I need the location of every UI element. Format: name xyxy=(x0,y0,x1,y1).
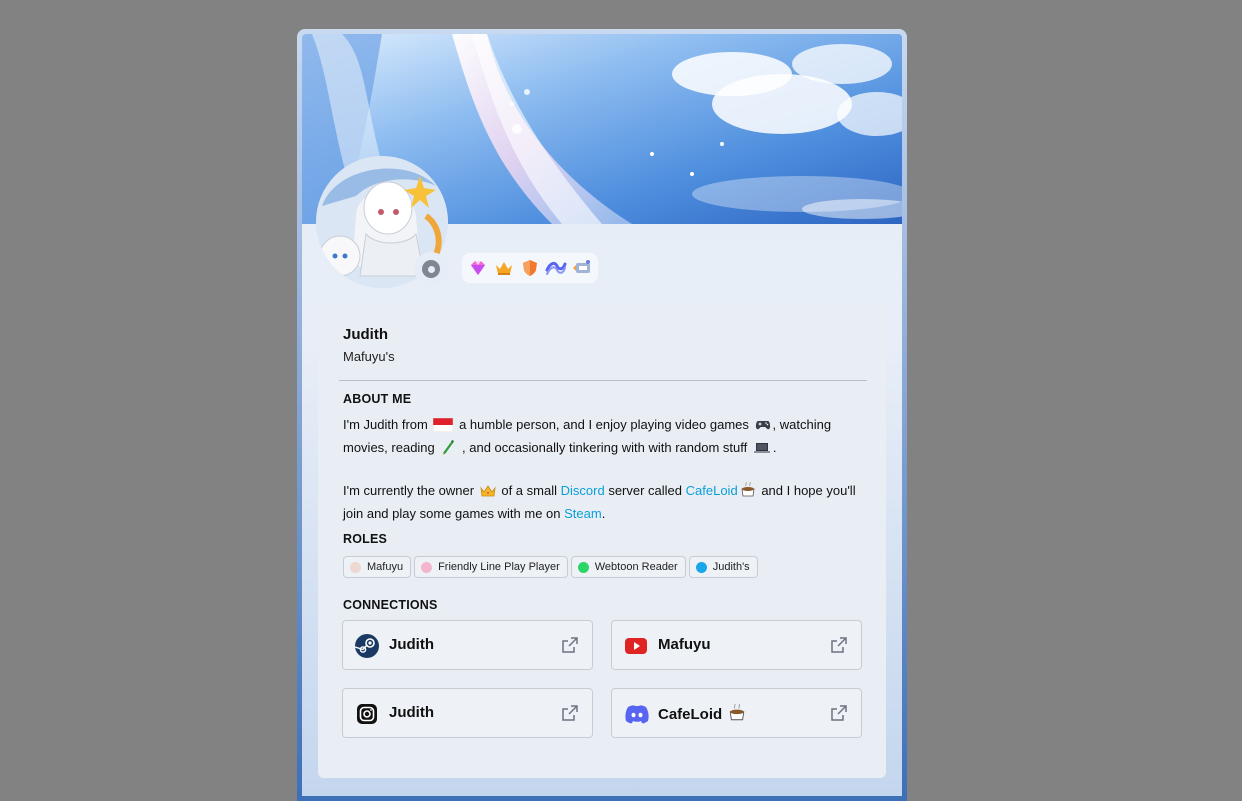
coffee-cup-icon xyxy=(728,703,746,726)
gamepad-icon xyxy=(755,418,771,438)
role-label: Judith's xyxy=(712,561,750,573)
hypesquad-balance-badge-icon[interactable] xyxy=(544,256,568,280)
profile-card: Judith Mafuyu's ABOUT ME I'm Judith from… xyxy=(297,29,907,801)
username: Mafuyu's xyxy=(343,349,395,364)
offline-status-icon xyxy=(422,260,440,278)
connection-name: CafeLoid xyxy=(658,703,748,726)
status-indicator xyxy=(414,252,448,286)
role-pill[interactable]: Webtoon Reader xyxy=(570,556,686,578)
crown-badge-icon[interactable] xyxy=(492,256,516,280)
display-name: Judith xyxy=(343,326,388,343)
role-pill[interactable]: Mafuyu xyxy=(343,556,412,578)
role-color-dot xyxy=(421,561,433,573)
discord-icon xyxy=(624,702,649,726)
cafeloid-link[interactable]: CafeLoid xyxy=(686,483,738,498)
about-text: . xyxy=(772,440,777,455)
connection-instagram[interactable]: Judith xyxy=(342,688,593,738)
about-text: , and occasionally tinkering with with r… xyxy=(462,440,748,455)
about-text: I'm currently the owner xyxy=(343,483,475,498)
connections-heading: CONNECTIONS xyxy=(343,598,438,612)
crown-icon xyxy=(480,484,496,504)
role-color-dot xyxy=(577,561,589,573)
about-text: of a small xyxy=(501,483,557,498)
external-link-icon[interactable] xyxy=(562,637,578,653)
laptop-icon xyxy=(753,441,771,461)
about-text: . xyxy=(601,506,606,521)
avatar-container[interactable] xyxy=(316,156,454,294)
instagram-icon xyxy=(355,702,379,726)
steam-icon xyxy=(354,634,379,658)
profile-card-inner: Judith Mafuyu's ABOUT ME I'm Judith from… xyxy=(302,34,902,796)
role-pill[interactable]: Judith's xyxy=(688,556,758,578)
youtube-icon xyxy=(624,634,648,658)
external-link-icon[interactable] xyxy=(562,705,578,721)
connection-steam[interactable]: Judith xyxy=(342,620,593,670)
reading-book-icon xyxy=(440,439,456,461)
role-color-dot xyxy=(350,561,361,573)
divider xyxy=(339,380,867,381)
role-pill[interactable]: Friendly Line Play Player xyxy=(414,556,568,578)
about-me-text: I'm Judith from a humble person, and I e… xyxy=(343,415,863,544)
connection-youtube[interactable]: Mafuyu xyxy=(611,620,862,670)
nitro-gem-badge-icon[interactable] xyxy=(466,256,490,280)
connection-name: Judith xyxy=(389,636,434,653)
external-link-icon[interactable] xyxy=(831,705,847,721)
about-text: I'm Judith from xyxy=(343,417,428,432)
about-text: a humble person, and I enjoy playing vid… xyxy=(459,417,749,432)
connection-name-text: CafeLoid xyxy=(658,706,723,723)
connection-discord[interactable]: CafeLoid xyxy=(611,688,862,738)
indonesia-flag-icon xyxy=(433,417,454,438)
quest-badge-icon[interactable] xyxy=(570,256,594,280)
profile-details-panel: Judith Mafuyu's ABOUT ME I'm Judith from… xyxy=(318,304,886,778)
discord-link[interactable]: Discord xyxy=(561,483,605,498)
roles-heading: ROLES xyxy=(343,532,388,546)
coffee-cup-icon xyxy=(740,481,756,504)
connection-name: Judith xyxy=(389,704,434,721)
shield-badge-icon[interactable] xyxy=(518,256,542,280)
steam-link[interactable]: Steam xyxy=(564,506,602,521)
external-link-icon[interactable] xyxy=(831,637,847,653)
about-me-heading: ABOUT ME xyxy=(343,392,412,406)
role-color-dot xyxy=(695,561,707,573)
badge-list xyxy=(462,253,598,283)
role-label: Friendly Line Play Player xyxy=(438,561,560,573)
role-list: Mafuyu Friendly Line Play Player Webtoon… xyxy=(343,556,758,578)
role-label: Webtoon Reader xyxy=(594,561,678,573)
connection-name: Mafuyu xyxy=(658,636,711,653)
about-text: server called xyxy=(608,483,683,498)
role-label: Mafuyu xyxy=(367,561,404,573)
